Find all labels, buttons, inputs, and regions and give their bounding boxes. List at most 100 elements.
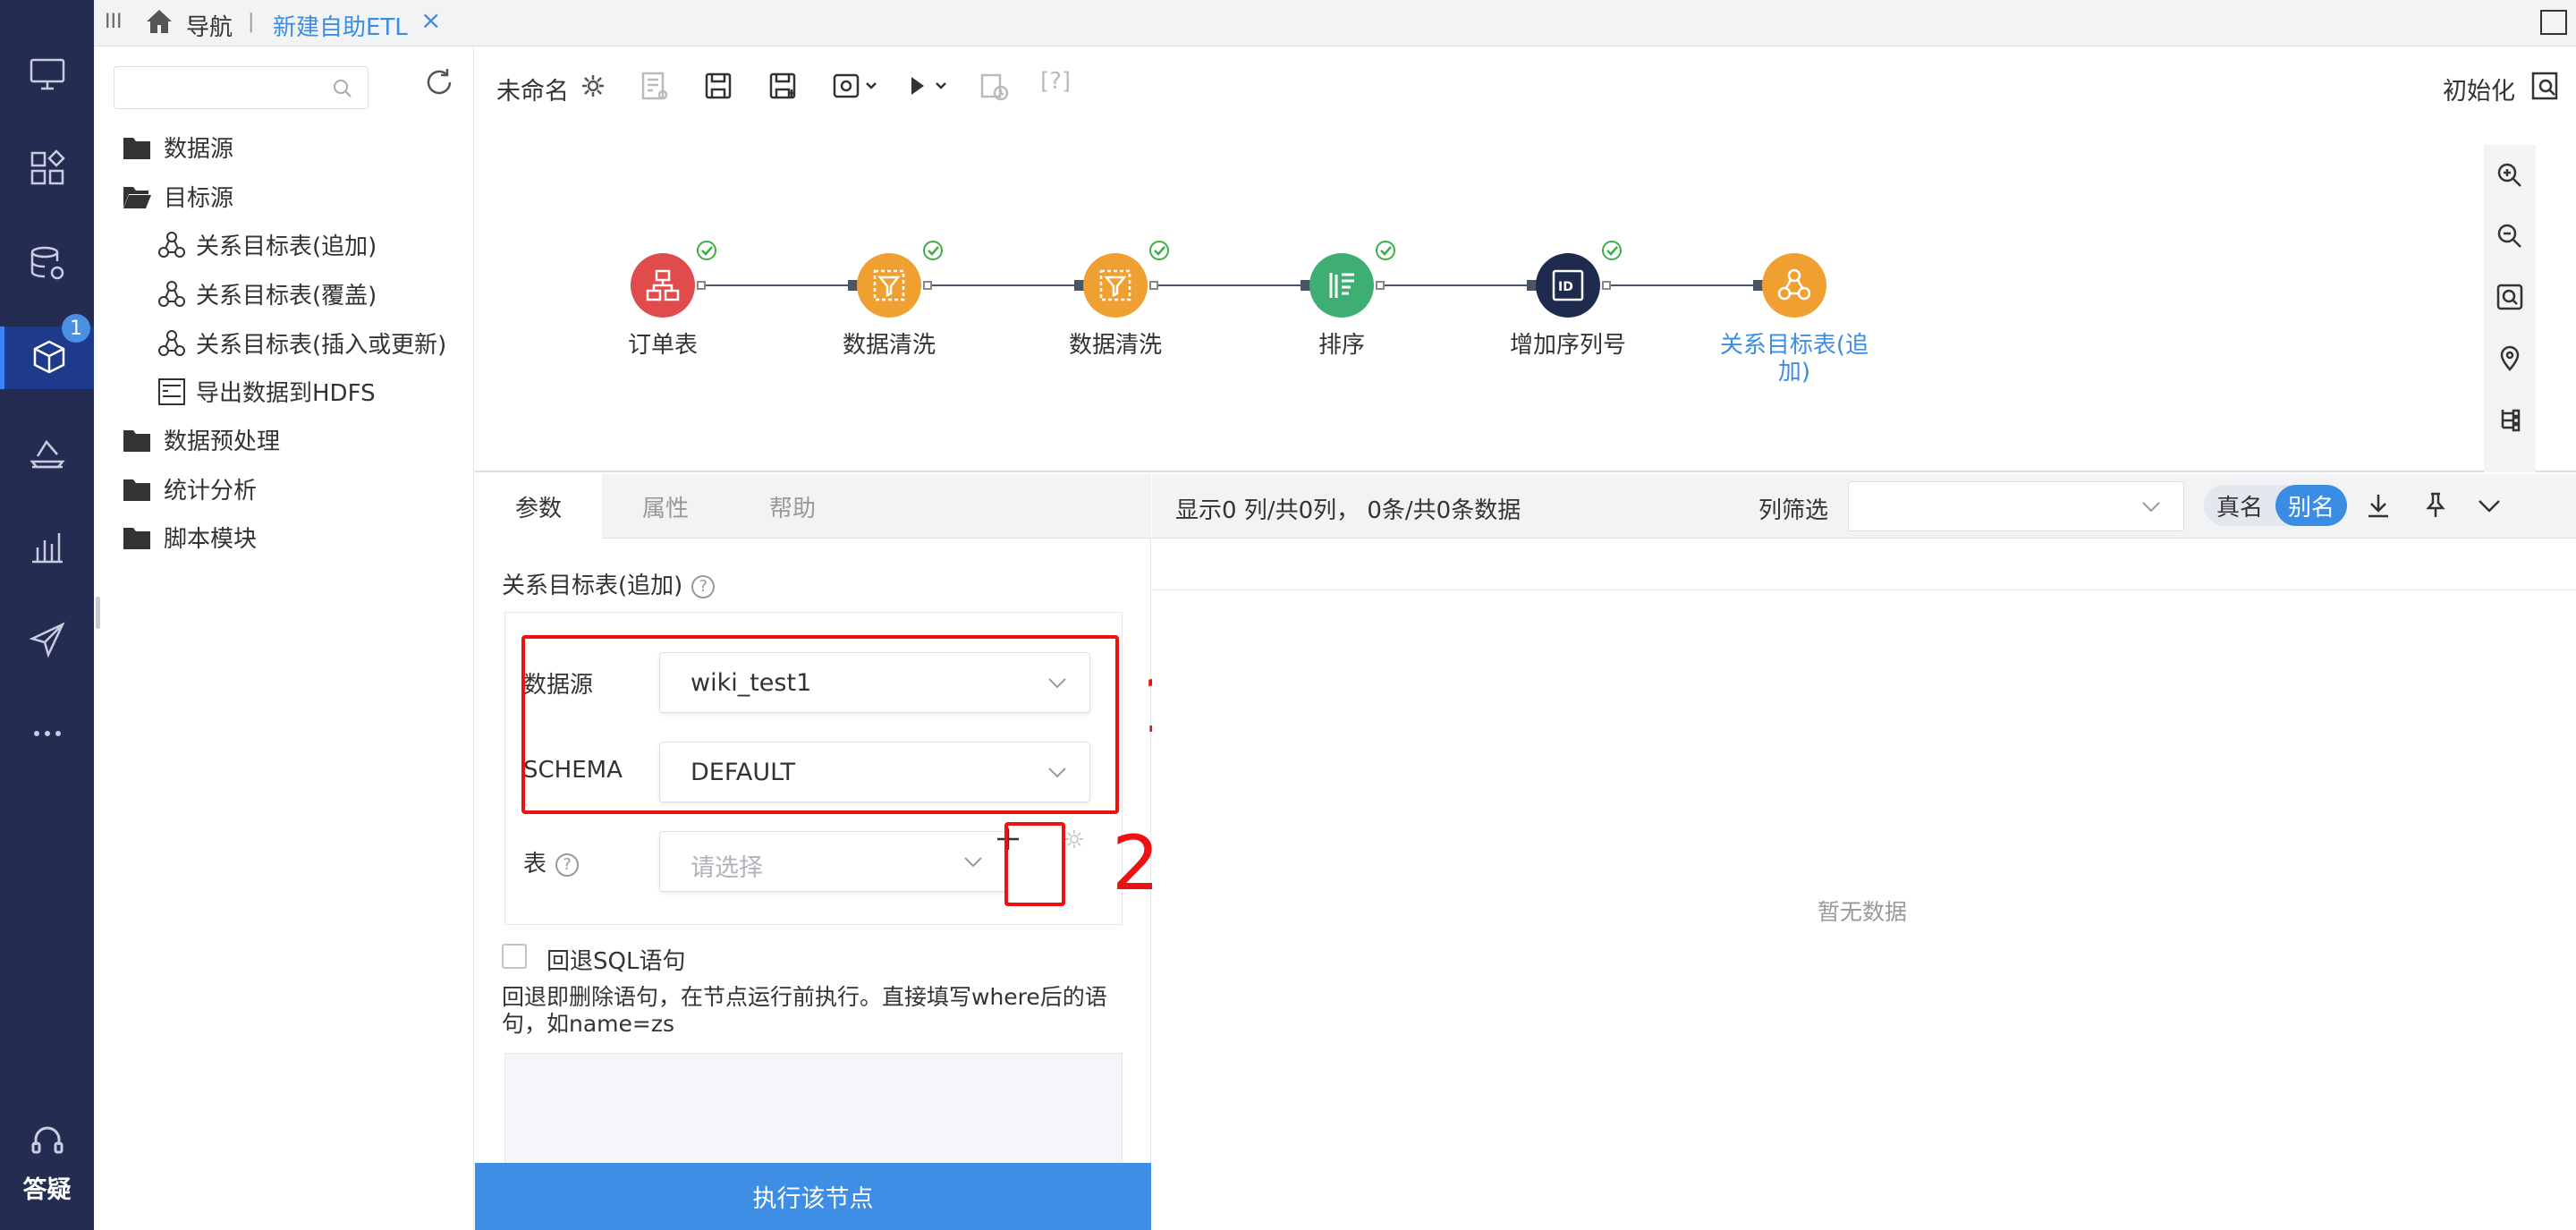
toggle-real-name[interactable]: 真名 [2204, 485, 2275, 526]
folder-open-icon [123, 186, 151, 208]
output-port[interactable] [697, 281, 706, 290]
flow-node-label: 增加序列号 [1509, 332, 1626, 359]
column-filter-select[interactable] [1848, 481, 2184, 531]
locate-icon[interactable] [2496, 344, 2524, 372]
flow-node-filter-icon[interactable] [1083, 253, 1148, 318]
search-icon[interactable] [332, 78, 353, 99]
help-bracket-icon[interactable]: [?] [1040, 68, 1071, 104]
flow-node-target-icon[interactable] [1762, 253, 1826, 318]
tree-item-target-append[interactable]: 关系目标表(追加) [157, 228, 377, 261]
help-question-icon[interactable]: ? [555, 853, 580, 877]
tree-label: 统计分析 [164, 478, 258, 505]
panel-resize-handle[interactable] [96, 597, 100, 629]
tree-folder-statistics[interactable]: 统计分析 [123, 472, 257, 505]
close-tab-icon[interactable]: × [420, 5, 441, 35]
initialize-button[interactable]: 初始化 [2443, 72, 2515, 106]
rollback-label: 回退SQL语句 [547, 948, 686, 975]
run-dropdown-icon[interactable] [902, 68, 954, 104]
rollback-hint: 回退即删除语句，在节点运行前执行。直接填写where后的语句，如name=zs [502, 984, 1107, 1037]
monitor-icon[interactable] [0, 43, 94, 106]
rollback-sql-textarea[interactable] [504, 1053, 1123, 1169]
tree-item-export-hdfs[interactable]: 导出数据到HDFS [157, 375, 376, 408]
home-icon[interactable] [143, 5, 175, 38]
tab-params[interactable]: 参数 [475, 474, 602, 539]
success-check-icon [1149, 241, 1169, 260]
save-icon[interactable] [700, 68, 736, 104]
output-port[interactable] [923, 281, 932, 290]
history-icon[interactable] [976, 68, 1012, 104]
filter-icon [1099, 269, 1131, 301]
tree-item-target-overwrite[interactable]: 关系目标表(覆盖) [157, 277, 377, 310]
flow-edge [927, 284, 1078, 286]
flow-node-label: 排序 [1318, 332, 1365, 359]
preview-search-icon[interactable] [2528, 68, 2563, 104]
tab-properties[interactable]: 属性 [602, 474, 729, 539]
send-icon[interactable] [0, 608, 94, 671]
download-icon[interactable] [2363, 490, 2394, 521]
flow-node-id-icon[interactable]: ID [1536, 253, 1600, 318]
properties-icon[interactable] [636, 68, 672, 104]
support-headset-icon[interactable] [0, 1109, 94, 1172]
maximize-icon[interactable] [2540, 10, 2567, 35]
toggle-alias[interactable]: 别名 [2275, 485, 2347, 526]
tab-nav[interactable]: 导航 [186, 9, 233, 42]
flow-node-label: 数据清洗 [842, 332, 936, 359]
collapse-chevron-icon[interactable] [2474, 490, 2504, 521]
save-as-icon[interactable] [765, 68, 801, 104]
tree-folder-preprocess[interactable]: 数据预处理 [123, 423, 280, 456]
bar-chart-icon[interactable] [0, 515, 94, 578]
flow-edge [700, 284, 852, 286]
left-nav-rail: 1 答疑 [0, 0, 94, 1230]
tree-folder-scripts[interactable]: 脚本模块 [123, 521, 257, 554]
flow-canvas[interactable]: 订单表 数据清洗 数据清洗 排序 ID 增加序列号 关系目标表(追加) [475, 127, 2576, 472]
node-title: 关系目标表(追加)? [502, 567, 716, 600]
schedule-dropdown-icon[interactable] [829, 68, 881, 104]
output-port[interactable] [1602, 281, 1611, 290]
tree-label: 数据预处理 [164, 428, 281, 455]
output-port[interactable] [1376, 281, 1385, 290]
fit-view-icon[interactable] [2496, 283, 2524, 311]
database-gear-icon[interactable] [0, 233, 94, 295]
ship-icon[interactable] [0, 420, 94, 483]
table-placeholder: 请选择 [691, 854, 763, 882]
tab-new-etl[interactable]: 新建自助ETL [273, 9, 408, 42]
node-title-text: 关系目标表(追加) [502, 573, 683, 599]
table-select[interactable]: 请选择 [659, 831, 1006, 892]
settings-gear-icon[interactable] [575, 68, 611, 104]
zoom-in-icon[interactable] [2496, 161, 2524, 190]
flow-node-filter-icon[interactable] [857, 253, 921, 318]
table-icon [646, 269, 680, 301]
rollback-checkbox[interactable] [502, 944, 527, 969]
tab-help[interactable]: 帮助 [729, 474, 856, 539]
support-label[interactable]: 答疑 [0, 1170, 94, 1205]
etl-app: 1 答疑 III 导航 | 新建自助ETL × 数据源 目标源 关系目标表(追加… [0, 0, 2576, 1230]
more-icon[interactable] [0, 702, 94, 765]
tree-folder-target[interactable]: 目标源 [123, 180, 233, 213]
annotation-box-2 [1004, 822, 1065, 906]
tree-item-target-upsert[interactable]: 关系目标表(插入或更新) [157, 327, 446, 360]
relation-target-icon [158, 280, 185, 307]
tree-label: 目标源 [164, 185, 234, 212]
tree-folder-datasource[interactable]: 数据源 [123, 131, 233, 164]
flow-node-table-icon[interactable] [631, 253, 695, 318]
tree-search-input[interactable] [114, 67, 368, 108]
help-question-icon[interactable]: ? [691, 574, 716, 598]
annotation-box-1 [521, 635, 1119, 814]
zoom-out-icon[interactable] [2496, 222, 2524, 250]
pin-icon[interactable] [2420, 490, 2451, 521]
run-node-button[interactable]: 执行该节点 [475, 1163, 1151, 1230]
table-settings-icon[interactable] [1062, 827, 1087, 852]
flow-node-sort-icon[interactable] [1309, 253, 1374, 318]
hdfs-icon [158, 377, 185, 405]
tree-search [114, 66, 369, 109]
menu-grip-icon[interactable]: III [105, 11, 122, 33]
dashboard-icon[interactable] [0, 137, 94, 199]
data-preview-panel: 显示0 列/共0列， 0条/共0条数据 列筛选 真名 别名 暂无数据 [1152, 474, 2576, 1230]
etl-cube-icon[interactable]: 1 [0, 314, 94, 389]
success-check-icon [697, 241, 716, 260]
flow-name[interactable]: 未命名 [496, 72, 569, 106]
preview-columns-row [1152, 539, 2576, 590]
output-port[interactable] [1149, 281, 1158, 290]
refresh-icon[interactable] [423, 66, 455, 98]
layout-tree-icon[interactable] [2496, 404, 2524, 433]
